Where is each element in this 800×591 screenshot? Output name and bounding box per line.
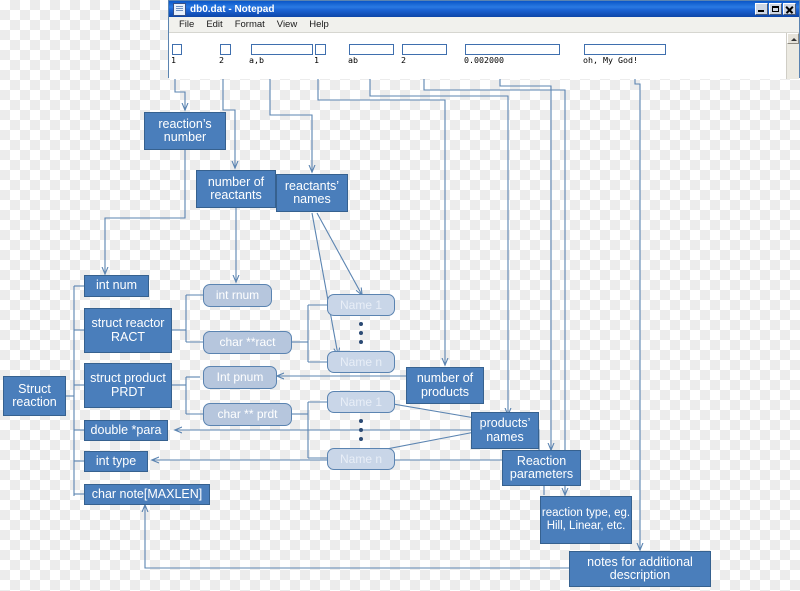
menu-file[interactable]: File (173, 17, 200, 32)
struct-root-label: Struct reaction (12, 381, 57, 409)
cell-prod-1: ab (348, 55, 358, 66)
notepad-menubar: File Edit Format View Help (169, 17, 799, 33)
member-int-pnum: Int pnum (203, 366, 277, 389)
field-label: int type (95, 453, 137, 468)
product-name-first: Name 1 (327, 391, 395, 413)
member-label: int rnum (215, 288, 260, 302)
data-row-1: 1 2 a,b 1 ab 2 0.002000 oh, My God! (171, 55, 638, 66)
name-label: Name n (339, 451, 383, 466)
callout-label: reaction’s number (158, 116, 212, 144)
notepad-title: db0.dat - Notepad (190, 3, 275, 15)
highlight-row2-nprod (315, 44, 326, 55)
menu-help[interactable]: Help (303, 17, 335, 32)
vertical-scrollbar[interactable] (786, 33, 799, 79)
highlight-row2-prod (349, 44, 394, 55)
reactant-name-first: Name 1 (327, 294, 395, 316)
diagram-canvas: db0.dat - Notepad File Edit Format View … (0, 0, 800, 591)
cell-params-1: 0.002000 (464, 55, 504, 66)
reactant-name-last: Name n (327, 351, 395, 373)
scroll-up-button[interactable] (787, 33, 799, 44)
highlight-row2-note (584, 44, 666, 55)
highlight-row2-nreact (220, 44, 231, 55)
minimize-button[interactable] (755, 3, 768, 15)
field-label: char note[MAXLEN] (91, 486, 203, 501)
window-controls (755, 3, 797, 15)
callout-products-names: products’ names (471, 412, 539, 449)
name-label: Name n (339, 354, 383, 369)
member-label: char **ract (219, 335, 276, 349)
callout-reaction-type: reaction type, eg. Hill, Linear, etc. (540, 496, 632, 544)
cell-nprod-1: 1 (314, 55, 319, 66)
field-label: struct product PRDT (90, 371, 166, 399)
cell-note-1: oh, My God! (583, 55, 638, 66)
notepad-window[interactable]: db0.dat - Notepad File Edit Format View … (168, 0, 800, 79)
callout-label: notes for additional description (587, 554, 693, 582)
field-label: int num (96, 278, 137, 293)
callout-label: products’ names (479, 416, 531, 444)
callout-reaction-parameters: Reaction parameters (502, 450, 581, 486)
callout-label: reaction type, eg. Hill, Linear, etc. (541, 506, 631, 533)
name-label: Name 1 (339, 394, 383, 409)
callout-reactants-names: reactants’ names (276, 174, 348, 212)
notepad-text-area[interactable]: 1 2a,b1ab20.002000oh, My God! 21ab2a,b60… (169, 33, 799, 79)
member-char-prdt: char ** prdt (203, 403, 292, 426)
product-names-ellipsis (359, 419, 363, 441)
name-label: Name 1 (339, 297, 383, 312)
member-int-rnum: int rnum (203, 284, 272, 307)
notepad-titlebar[interactable]: db0.dat - Notepad (169, 1, 799, 17)
callout-reaction-number: reaction’s number (144, 112, 226, 150)
highlight-row2-type (402, 44, 447, 55)
callout-label: reactants’ names (284, 178, 340, 206)
close-button[interactable] (783, 3, 796, 15)
cell-type-1: 2 (401, 55, 406, 66)
field-label: struct reactor RACT (91, 316, 165, 344)
member-label: char ** prdt (217, 407, 278, 421)
field-label: double *para (90, 422, 162, 437)
maximize-button[interactable] (769, 3, 782, 15)
struct-reaction-root: Struct reaction (3, 376, 66, 416)
notepad-text-content: 1 2a,b1ab20.002000oh, My God! 21ab2a,b60… (171, 34, 638, 79)
field-struct-product-prdt: struct product PRDT (84, 363, 172, 408)
cell-nreact-1: 2 (219, 55, 224, 66)
cell-react-1: a,b (249, 55, 264, 66)
callout-label: number of products (416, 371, 474, 399)
notepad-document-icon (173, 2, 186, 16)
menu-format[interactable]: Format (229, 17, 271, 32)
reactant-names-ellipsis (359, 322, 363, 344)
product-name-last: Name n (327, 448, 395, 470)
callout-number-of-products: number of products (406, 367, 484, 404)
field-char-note: char note[MAXLEN] (84, 484, 210, 505)
callout-label: Reaction parameters (509, 453, 574, 481)
callout-label: number of reactants (207, 174, 265, 202)
field-double-para: double *para (84, 420, 168, 441)
highlight-row2-params (465, 44, 560, 55)
cell-num-1: 1 (171, 55, 176, 66)
field-struct-reactor-ract: struct reactor RACT (84, 308, 172, 353)
highlight-row2-react (251, 44, 313, 55)
callout-number-of-reactants: number of reactants (196, 170, 276, 208)
menu-view[interactable]: View (271, 17, 303, 32)
field-int-num: int num (84, 275, 149, 297)
highlight-row2-num (172, 44, 182, 55)
member-char-ract: char **ract (203, 331, 292, 354)
callout-notes: notes for additional description (569, 551, 711, 587)
member-label: Int pnum (216, 370, 264, 384)
field-int-type: int type (84, 451, 148, 472)
menu-edit[interactable]: Edit (200, 17, 228, 32)
